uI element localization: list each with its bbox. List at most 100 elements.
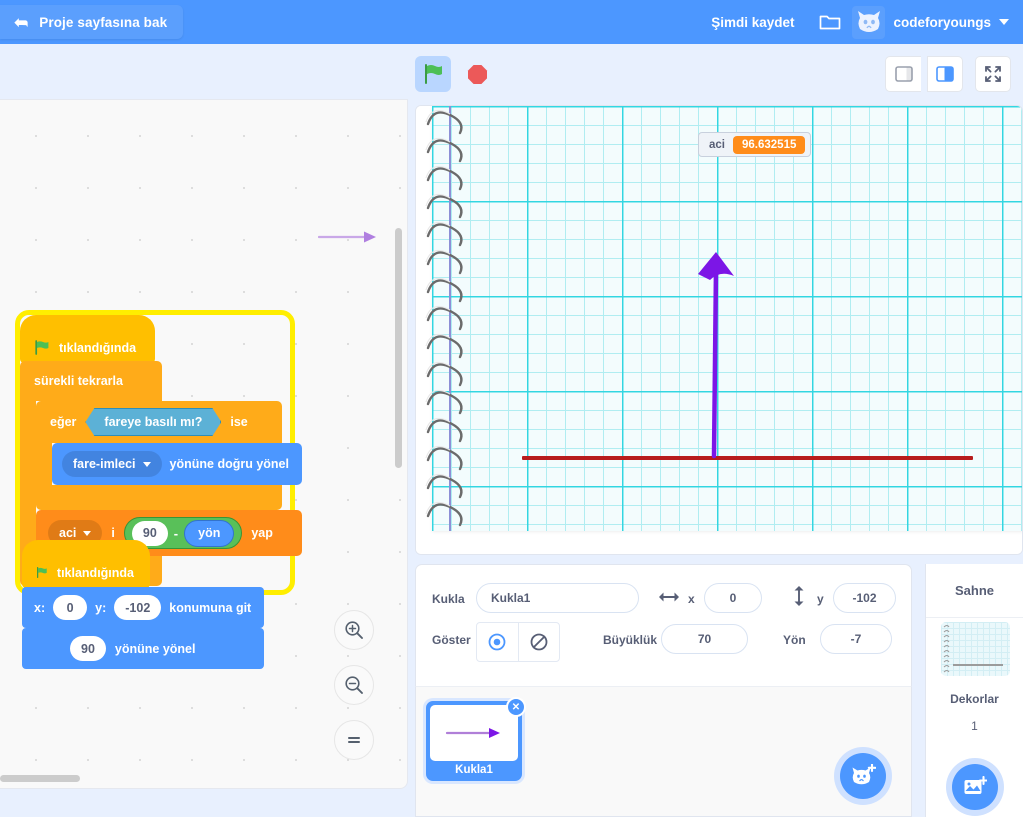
mouse-down-condition-block[interactable]: fareye basılı mı? [85, 408, 221, 436]
chevron-down-icon [83, 530, 92, 536]
zoom-in-button[interactable] [334, 610, 374, 650]
code-workspace[interactable]: tıklandığında sürekli tekrarla eğer fare… [0, 99, 408, 789]
variable-name-label: aci [59, 526, 77, 540]
if-block-footer [36, 485, 282, 510]
when-flag-clicked-hat-block[interactable]: tıklandığında [20, 315, 155, 363]
account-menu-button[interactable]: codeforyoungs [852, 0, 1023, 44]
sprite-size-label: Büyüklük [603, 633, 658, 647]
hat-block-label: tıklandığında [56, 566, 134, 580]
set-variable-middle-label: i [111, 526, 115, 540]
mouse-down-label: fareye basılı mı? [104, 415, 203, 429]
spiral-binding-icon [425, 109, 463, 527]
top-menu-bar: ➦ Proje sayfasına bak Şimdi kaydet codef… [0, 0, 1023, 44]
point-towards-dropdown[interactable]: fare-imleci [62, 451, 162, 477]
small-stage-layout-button[interactable] [885, 56, 921, 92]
variable-monitor[interactable]: aci 96.632515 [698, 132, 812, 157]
workspace-vertical-scrollbar[interactable] [395, 228, 402, 468]
fullscreen-button[interactable] [975, 56, 1011, 92]
menu-right-group: Şimdi kaydet codeforyoungs [697, 0, 1023, 44]
sprite-name-label: Kukla [432, 592, 465, 606]
forever-block-header[interactable]: sürekli tekrarla [20, 361, 162, 401]
stop-button[interactable] [459, 56, 495, 92]
save-now-button[interactable]: Şimdi kaydet [697, 15, 808, 30]
point-towards-target-label: fare-imleci [73, 457, 136, 471]
green-flag-icon [35, 340, 49, 355]
if-prefix-label: eğer [50, 415, 77, 429]
see-project-page-label: Proje sayfasına bak [39, 14, 168, 30]
sprite-tile-name: Kukla1 [455, 764, 493, 776]
chevron-down-icon [142, 461, 151, 467]
eye-visible-icon [489, 633, 506, 651]
sprite-y-label: y [817, 592, 824, 606]
zoom-out-icon [345, 676, 363, 694]
goto-xy-block[interactable]: x: 0 y: -102 konumuna git [22, 587, 265, 628]
arrow-sprite-ghost-icon [318, 231, 376, 243]
sprite-size-input[interactable]: 70 [661, 624, 748, 654]
add-backdrop-button[interactable] [952, 764, 998, 810]
point-towards-label: yönüne doğru yönel [169, 457, 289, 471]
sprite-x-input[interactable]: 0 [704, 583, 762, 613]
stage-panel-title: Sahne [926, 564, 1023, 618]
if-suffix-label: ise [230, 415, 248, 429]
arrow-sprite[interactable] [676, 246, 756, 471]
sprite-y-input[interactable]: -102 [833, 583, 896, 613]
forever-label: sürekli tekrarla [34, 374, 123, 388]
point-in-direction-block[interactable]: 90 yönüne yönel [22, 628, 265, 669]
folder-icon [820, 15, 841, 30]
sprite-direction-label: Yön [783, 633, 806, 647]
backdrops-count: 1 [971, 719, 978, 733]
eye-hidden-icon [530, 633, 548, 651]
monitor-variable-name: aci [709, 138, 725, 151]
green-flag-button[interactable] [415, 56, 451, 92]
spiral-binding-icon [943, 625, 950, 673]
visibility-toggle-group [476, 622, 560, 662]
green-flag-icon [425, 64, 442, 84]
back-arrow-icon: ➦ [14, 12, 29, 32]
zoom-reset-button[interactable] [334, 720, 374, 760]
normal-stage-layout-button[interactable] [927, 56, 963, 92]
point-in-direction-label: yönüne yönel [114, 641, 196, 656]
stage-selector-panel: Sahne Dekorlar 1 [925, 564, 1023, 817]
if-block-header[interactable]: eğer fareye basılı mı? ise [36, 401, 282, 443]
sprite-thumbnail [430, 705, 518, 761]
zoom-in-icon [345, 621, 363, 639]
goto-y-label: y: [95, 600, 107, 615]
sprite-tile-kukla1[interactable]: Kukla1 ✕ [426, 697, 526, 781]
script-block-stack-2[interactable]: tıklandığında x: 0 y: -102 konumuna git … [22, 540, 265, 669]
stage-container: aci 96.632515 [415, 105, 1023, 555]
backdrop-thumbnail[interactable] [941, 622, 1010, 676]
sprite-list-panel: Kukla1 ✕ [415, 687, 912, 817]
hide-sprite-button[interactable] [517, 623, 559, 661]
add-sprite-cat-icon [852, 764, 876, 785]
when-flag-clicked-hat-block-2[interactable]: tıklandığında [22, 540, 150, 588]
stage-controls-bar [0, 44, 1023, 99]
sprite-direction-input[interactable]: -7 [820, 624, 892, 654]
vertical-arrows-icon [794, 586, 804, 606]
goto-x-label: x: [34, 600, 46, 615]
direction-input[interactable]: 90 [70, 636, 106, 661]
backdrops-label: Dekorlar [950, 692, 999, 706]
forever-left-arm [20, 401, 36, 556]
goto-x-input[interactable]: 0 [53, 595, 88, 620]
avatar [852, 5, 886, 39]
workspace-horizontal-scrollbar[interactable] [0, 775, 80, 782]
sprite-info-panel: Kukla Kukla1 x 0 y -102 Göster Büyüklük … [415, 564, 912, 687]
if-body: fare-imleci yönüne doğru yönel [36, 443, 302, 485]
goto-y-input[interactable]: -102 [114, 595, 162, 620]
delete-sprite-button[interactable]: ✕ [506, 697, 526, 717]
zoom-out-button[interactable] [334, 665, 374, 705]
normal-stage-layout-icon [936, 66, 954, 82]
sprite-name-input[interactable]: Kukla1 [476, 583, 639, 613]
arrow-sprite-thumbnail-icon [445, 728, 500, 738]
stop-sign-icon [467, 64, 487, 84]
add-backdrop-image-icon [964, 776, 987, 794]
my-stuff-folder-button[interactable] [808, 0, 852, 44]
see-project-page-button[interactable]: ➦ Proje sayfasına bak [0, 5, 184, 39]
point-towards-block[interactable]: fare-imleci yönüne doğru yönel [52, 443, 302, 485]
add-sprite-button[interactable] [840, 753, 886, 799]
account-name-label: codeforyoungs [893, 14, 991, 30]
hat-block-label: tıklandığında [59, 341, 137, 355]
operator-symbol: - [173, 525, 179, 541]
show-sprite-button[interactable] [477, 623, 518, 661]
fullscreen-icon [985, 66, 1001, 82]
